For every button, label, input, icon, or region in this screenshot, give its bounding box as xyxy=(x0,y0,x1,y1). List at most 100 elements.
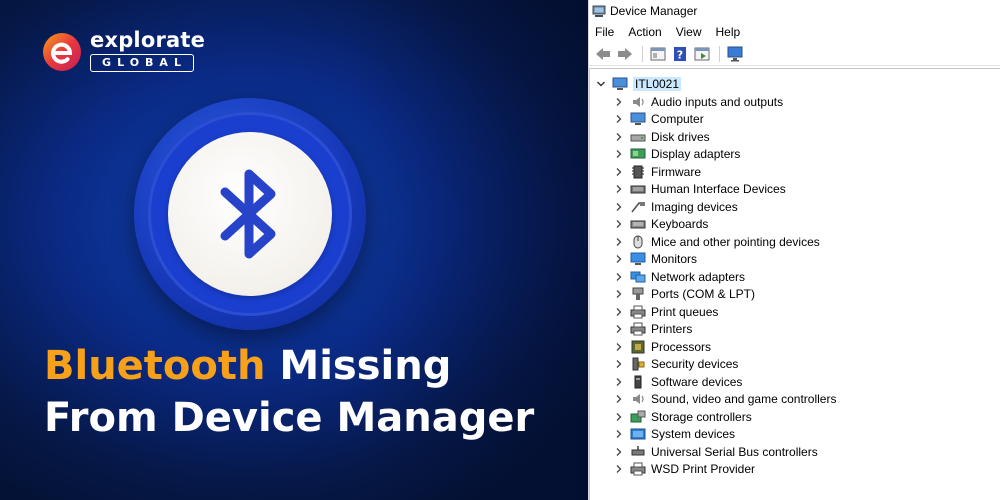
port-icon xyxy=(632,287,644,300)
menu-help[interactable]: Help xyxy=(716,25,741,39)
tree-item-label: Human Interface Devices xyxy=(651,182,786,196)
tree-item[interactable]: Display adapters xyxy=(612,146,740,163)
tree-item[interactable]: Universal Serial Bus controllers xyxy=(612,443,818,460)
chevron-right-icon[interactable] xyxy=(612,287,626,301)
chevron-right-icon[interactable] xyxy=(612,112,626,126)
chevron-right-icon[interactable] xyxy=(612,410,626,424)
device-tree: ITL0021 Audio inputs and outputs Computer… xyxy=(589,68,1000,500)
tree-item[interactable]: Firmware xyxy=(612,163,701,180)
chevron-right-icon[interactable] xyxy=(612,322,626,336)
computer-icon xyxy=(612,77,628,90)
tree-item-label: Keyboards xyxy=(651,217,709,231)
headline-line-1: Bluetooth Missing xyxy=(44,340,534,392)
tree-item-label: Universal Serial Bus controllers xyxy=(651,444,818,459)
help-button[interactable]: ? xyxy=(670,44,690,64)
menu-bar: File Action View Help xyxy=(589,22,1000,42)
chevron-right-icon[interactable] xyxy=(612,252,626,266)
tree-item-label: Software devices xyxy=(651,374,743,389)
tree-item[interactable]: Imaging devices xyxy=(612,198,738,215)
title-bar[interactable]: Device Manager xyxy=(589,0,1000,22)
hid-icon xyxy=(630,185,646,194)
tree-item[interactable]: WSD Print Provider xyxy=(612,461,755,478)
tree-item[interactable]: Disk drives xyxy=(612,128,710,145)
chevron-right-icon[interactable] xyxy=(612,305,626,319)
forward-button[interactable] xyxy=(615,44,635,64)
menu-view[interactable]: View xyxy=(676,25,702,39)
monitor-icon xyxy=(630,252,646,265)
chevron-right-icon[interactable] xyxy=(612,375,626,389)
chevron-right-icon[interactable] xyxy=(612,147,626,161)
tree-item-label: Network adapters xyxy=(651,269,746,284)
tree-item-label: Disk drives xyxy=(651,129,710,144)
speaker-icon xyxy=(633,96,644,107)
menu-file[interactable]: File xyxy=(595,25,614,39)
system-icon xyxy=(630,428,646,440)
chevron-down-icon[interactable] xyxy=(594,77,608,91)
device-manager-app-icon xyxy=(592,5,606,17)
update-driver-icon xyxy=(694,47,710,60)
logo-subtitle: GLOBAL xyxy=(90,54,194,72)
tree-item-label: Mice and other pointing devices xyxy=(651,234,820,249)
tree-item[interactable]: Mice and other pointing devices xyxy=(612,233,820,250)
tree-item-label: Processors xyxy=(651,339,712,354)
tree-item[interactable]: Sound, video and game controllers xyxy=(612,391,836,408)
tree-item[interactable]: Processors xyxy=(612,338,711,355)
chevron-right-icon[interactable] xyxy=(612,270,626,284)
disk-drive-icon xyxy=(630,134,646,141)
tree-root[interactable]: ITL0021 xyxy=(594,75,682,92)
storage-icon xyxy=(630,410,646,422)
network-icon xyxy=(630,271,646,282)
tree-item-label: Firmware xyxy=(651,164,701,179)
wsd-printer-icon xyxy=(630,462,646,476)
mouse-icon xyxy=(633,235,643,248)
chevron-right-icon[interactable] xyxy=(612,392,626,406)
tree-item[interactable]: Storage controllers xyxy=(612,408,752,425)
tree-item[interactable]: Audio inputs and outputs xyxy=(612,93,783,110)
usb-icon xyxy=(631,445,645,455)
processor-icon xyxy=(631,340,645,353)
monitor-scan-icon xyxy=(727,46,743,61)
tree-item[interactable]: Software devices xyxy=(612,373,742,390)
back-button[interactable] xyxy=(593,44,613,64)
tree-item[interactable]: Printers xyxy=(612,321,692,338)
chevron-right-icon[interactable] xyxy=(612,165,626,179)
update-driver-button[interactable] xyxy=(692,44,712,64)
headline-line-1-rest: Missing xyxy=(265,343,452,389)
properties-icon xyxy=(650,47,666,60)
tree-item-label: Storage controllers xyxy=(651,409,752,424)
tree-item[interactable]: Security devices xyxy=(612,356,738,373)
tree-item-label: Sound, video and game controllers xyxy=(651,392,837,406)
explorate-logo: explorate GLOBAL xyxy=(42,28,205,78)
tree-item[interactable]: Print queues xyxy=(612,303,718,320)
headline-accent: Bluetooth xyxy=(44,343,266,389)
properties-button[interactable] xyxy=(648,44,668,64)
help-icon: ? xyxy=(674,46,686,61)
tree-item[interactable]: Keyboards xyxy=(612,216,708,233)
chevron-right-icon[interactable] xyxy=(612,235,626,249)
chevron-right-icon[interactable] xyxy=(612,95,626,109)
chevron-right-icon[interactable] xyxy=(612,217,626,231)
software-device-icon xyxy=(634,375,642,388)
chevron-right-icon[interactable] xyxy=(612,182,626,196)
chevron-right-icon[interactable] xyxy=(612,427,626,441)
tree-item[interactable]: Ports (COM & LPT) xyxy=(612,286,755,303)
tree-item-label: WSD Print Provider xyxy=(651,462,756,476)
tree-item-label: Monitors xyxy=(651,252,698,266)
back-arrow-icon xyxy=(596,47,610,60)
bluetooth-icon xyxy=(220,169,276,259)
printer-icon xyxy=(630,322,646,336)
chevron-right-icon[interactable] xyxy=(612,445,626,459)
tree-item[interactable]: Monitors xyxy=(612,251,697,268)
chevron-right-icon[interactable] xyxy=(612,130,626,144)
tree-item[interactable]: System devices xyxy=(612,426,735,443)
menu-action[interactable]: Action xyxy=(628,25,661,39)
chevron-right-icon[interactable] xyxy=(612,200,626,214)
tree-item[interactable]: Computer xyxy=(612,111,704,128)
tree-item-label: Display adapters xyxy=(651,147,741,161)
tree-item[interactable]: Human Interface Devices xyxy=(612,181,786,198)
chevron-right-icon[interactable] xyxy=(612,340,626,354)
tree-item[interactable]: Network adapters xyxy=(612,268,745,285)
chevron-right-icon[interactable] xyxy=(612,357,626,371)
chevron-right-icon[interactable] xyxy=(612,462,626,476)
scan-hardware-button[interactable] xyxy=(725,44,745,64)
